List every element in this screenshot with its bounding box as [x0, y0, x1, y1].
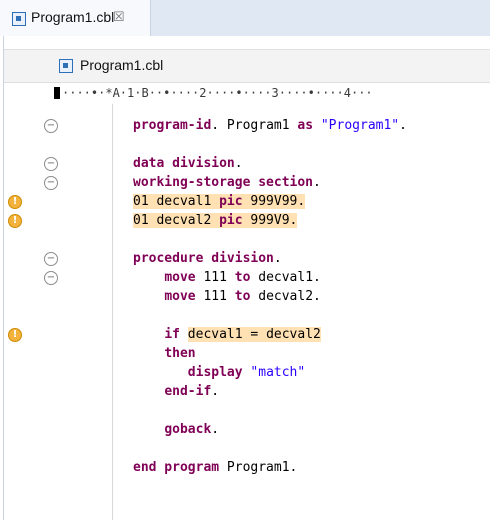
- code-keyword: if: [164, 327, 180, 342]
- editor-tab-bar: Program1.cbl ☒: [0, 0, 490, 36]
- warning-icon[interactable]: !: [8, 214, 22, 228]
- code-text: .: [211, 422, 220, 437]
- code-line: 01 decval2 pic 999V9.: [133, 211, 490, 230]
- code-text: Program1.: [219, 460, 298, 475]
- code-line: procedure division.: [133, 249, 490, 268]
- code-keyword: data division: [133, 156, 235, 171]
- fold-collapse-icon[interactable]: −: [44, 176, 58, 190]
- code-keyword: to: [234, 270, 251, 285]
- code-line: goback.: [133, 420, 490, 439]
- code-keyword: program-id: [133, 118, 212, 133]
- code-text: . Program1: [211, 118, 298, 133]
- column-ruler: ····•·*A·1·B··•····2····•····3····•····4…: [54, 85, 490, 101]
- gutter-divider: [112, 104, 113, 520]
- code-text: 01 decval1: [133, 194, 220, 209]
- breadcrumb: Program1.cbl: [4, 49, 490, 83]
- code-line: working-storage section.: [133, 173, 490, 192]
- tab-label: Program1.cbl: [31, 9, 115, 25]
- breadcrumb-label[interactable]: Program1.cbl: [80, 57, 163, 73]
- fold-collapse-icon[interactable]: −: [44, 271, 58, 285]
- code-text: decval1 = decval2: [187, 327, 321, 342]
- code-area[interactable]: program-id. Program1 as "Program1". data …: [133, 116, 490, 477]
- code-line: end-if.: [133, 382, 490, 401]
- code-keyword: working-storage section: [133, 175, 314, 190]
- code-line: move 111 to decval2.: [133, 287, 490, 306]
- code-text: 111: [195, 289, 235, 304]
- code-text: 999V99.: [242, 194, 306, 209]
- fold-collapse-icon[interactable]: −: [44, 119, 58, 133]
- code-string: "match": [250, 365, 306, 380]
- code-keyword: pic: [219, 213, 243, 228]
- code-keyword: as: [297, 118, 314, 133]
- code-text: .: [313, 175, 321, 190]
- code-line: end program Program1.: [133, 458, 490, 477]
- code-keyword: display: [187, 365, 243, 380]
- code-line: 01 decval1 pic 999V99.: [133, 192, 490, 211]
- code-keyword: move: [164, 289, 196, 304]
- code-line: program-id. Program1 as "Program1".: [133, 116, 490, 135]
- code-keyword: pic: [219, 194, 243, 209]
- fold-collapse-icon[interactable]: −: [44, 157, 58, 171]
- tab-program1[interactable]: Program1.cbl ☒: [0, 0, 151, 36]
- code-text: .: [399, 118, 407, 133]
- code-keyword: then: [164, 346, 196, 361]
- code-line: then: [133, 344, 490, 363]
- code-text: 999V9.: [242, 213, 298, 228]
- code-keyword: to: [234, 289, 251, 304]
- code-string: "Program1": [320, 118, 400, 133]
- ruler-text: ····•·*A·1·B··•····2····•····3····•····4…: [62, 86, 373, 100]
- code-text: 111: [195, 270, 235, 285]
- fold-collapse-icon[interactable]: −: [44, 252, 58, 266]
- code-text: decval1.: [250, 270, 321, 285]
- column-marker: [54, 87, 60, 99]
- code-keyword: procedure division: [133, 251, 274, 266]
- editor-frame: Program1.cbl ····•·*A·1·B··•····2····•··…: [3, 36, 490, 520]
- code-text: .: [211, 384, 220, 399]
- warning-icon[interactable]: !: [8, 328, 22, 342]
- cobol-file-icon: [12, 12, 26, 26]
- close-icon[interactable]: ☒: [113, 9, 125, 25]
- code-line: display "match": [133, 363, 490, 382]
- code-keyword: goback: [164, 422, 212, 437]
- code-line: if decval1 = decval2: [133, 325, 490, 344]
- code-text: .: [273, 251, 282, 266]
- cobol-file-icon: [59, 59, 73, 73]
- code-keyword: end-if: [164, 384, 212, 399]
- code-text: 01 decval2: [133, 213, 220, 228]
- warning-icon[interactable]: !: [8, 195, 22, 209]
- code-keyword: move: [164, 270, 196, 285]
- code-line: move 111 to decval1.: [133, 268, 490, 287]
- code-line: data division.: [133, 154, 490, 173]
- code-text: decval2.: [250, 289, 321, 304]
- code-keyword: end program: [133, 460, 220, 475]
- code-text: .: [234, 156, 243, 171]
